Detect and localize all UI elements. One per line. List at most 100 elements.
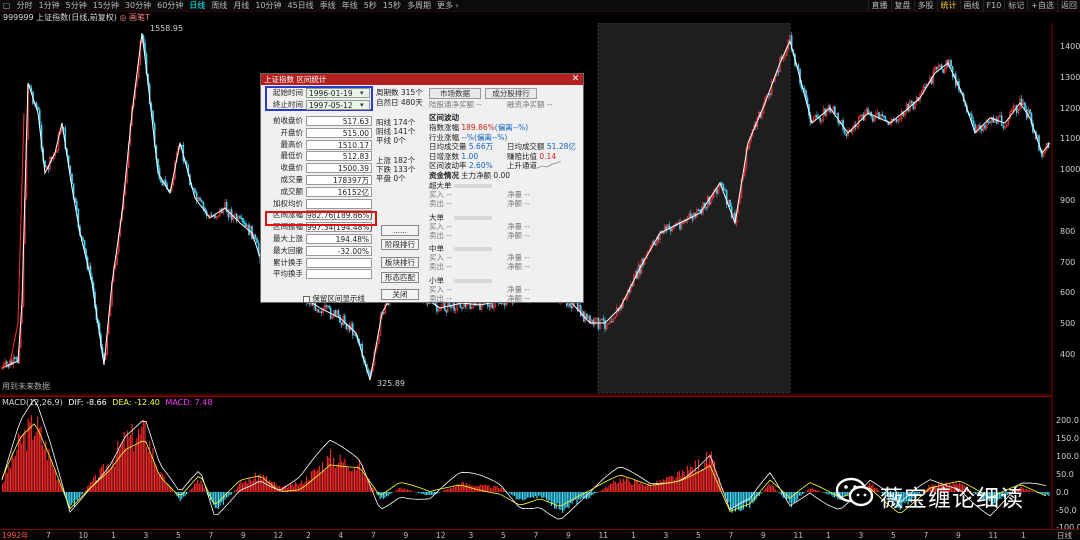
period-tab-12[interactable]: 季线 <box>317 0 339 12</box>
tool-button-3[interactable]: 统计 <box>936 0 960 12</box>
macd-histogram-bar <box>731 492 733 513</box>
period-tab-9[interactable]: 月线 <box>230 0 252 12</box>
range-info-row: 指数涨幅 189.86%(偏离--%) <box>429 123 528 133</box>
keep-range-checkbox[interactable] <box>303 295 310 303</box>
time-axis-first: 1992年 <box>2 531 29 540</box>
action-button-4[interactable]: 关闭 <box>381 289 419 300</box>
period-tab-16[interactable]: 多周期 <box>404 0 434 12</box>
action-button-1[interactable]: 阶段排行 <box>381 239 419 250</box>
fund-sell: 卖出 -- <box>429 199 452 208</box>
period-tab-15[interactable]: 15秒 <box>380 0 404 12</box>
macd-histogram-bar <box>582 492 584 499</box>
period-tab-17[interactable]: 更多 › <box>434 0 462 12</box>
macd-histogram-bar <box>131 424 133 492</box>
macd-histogram-bar <box>424 492 426 496</box>
period-tab-11[interactable]: 45日线 <box>285 0 317 12</box>
macd-histogram-bar <box>762 492 764 493</box>
candle-body <box>992 117 995 123</box>
period-tab-3[interactable]: 5分钟 <box>63 0 90 12</box>
tool-button-2[interactable]: 多股 <box>913 0 937 12</box>
period-tab-5[interactable]: 30分钟 <box>122 0 154 12</box>
macd-histogram-bar <box>462 482 464 492</box>
macd-histogram-bar <box>646 485 648 492</box>
candle-body <box>972 120 975 125</box>
tool-button-0[interactable]: 直播 <box>867 0 891 12</box>
period-tab-4[interactable]: 15分钟 <box>90 0 122 12</box>
macd-histogram-bar <box>219 492 221 506</box>
time-axis-tick: 7 <box>923 531 929 540</box>
period-tab-2[interactable]: 1分钟 <box>36 0 63 12</box>
macd-axis: 200.0 150.0 100.0 50.0 0.0 -50.0 -100.0 <box>1048 396 1080 532</box>
macd-histogram-bar <box>754 492 756 502</box>
macd-histogram-bar <box>296 483 298 492</box>
period-tab-10[interactable]: 10分钟 <box>252 0 284 12</box>
period-tab-1[interactable]: 分时 <box>14 0 36 12</box>
period-tab-7[interactable]: 日线 <box>186 0 208 12</box>
macd-histogram-bar <box>608 485 610 492</box>
action-button-2[interactable]: 板块排行 <box>381 257 419 268</box>
macd-histogram-bar <box>739 492 741 512</box>
macd-histogram-bar <box>202 484 204 492</box>
period-tab-14[interactable]: 5秒 <box>361 0 380 12</box>
macd-histogram-bar <box>242 483 244 492</box>
close-icon[interactable]: ✕ <box>570 74 581 85</box>
tool-button-4[interactable]: 画线 <box>959 0 983 12</box>
macd-histogram-bar <box>298 485 300 492</box>
time-axis-tick: 1 <box>1021 531 1026 540</box>
macd-histogram-bar <box>672 475 674 492</box>
period-count-item: 平线 0个 <box>376 136 406 145</box>
macd-histogram-bar <box>430 492 432 495</box>
tool-button-8[interactable]: 返回 <box>1057 0 1080 12</box>
macd-histogram-bar <box>645 485 647 492</box>
macd-histogram-bar <box>13 458 15 492</box>
end-dropdown-icon[interactable]: ▾ <box>360 100 364 110</box>
tool-button-7[interactable]: +自选 <box>1027 0 1057 12</box>
tool-button-5[interactable]: F10 <box>982 0 1005 12</box>
action-button-0[interactable]: ...... <box>381 225 419 236</box>
period-tab-0[interactable]: ▢ <box>0 0 14 12</box>
candle-body <box>242 218 244 223</box>
tab-component-ranking[interactable]: 成分股排行 <box>485 88 537 99</box>
macd-histogram-bar <box>258 475 260 492</box>
tool-button-1[interactable]: 复盘 <box>890 0 914 12</box>
macd-histogram-bar <box>5 471 7 492</box>
time-axis-tick: 9 <box>403 531 409 540</box>
action-button-3[interactable]: 形态匹配 <box>381 272 419 283</box>
macd-histogram-bar <box>642 484 644 492</box>
macd-histogram-bar <box>459 485 461 492</box>
macd-histogram-bar <box>307 480 309 492</box>
candle-body <box>161 182 164 186</box>
tool-button-6[interactable]: 标记 <box>1004 0 1027 12</box>
period-tab-6[interactable]: 60分钟 <box>154 0 186 12</box>
period-tab-13[interactable]: 年线 <box>339 0 361 12</box>
candle-body <box>602 318 605 321</box>
fund-amount: 净额 -- <box>507 293 530 303</box>
macd-histogram-bar <box>565 492 567 508</box>
main-net-amount: 主力净额 0.00 <box>461 171 511 180</box>
stat-label: 最低价 <box>280 151 304 161</box>
period-tab-8[interactable]: 周线 <box>208 0 230 12</box>
macd-histogram-bar <box>677 471 679 492</box>
tab-market-data[interactable]: 市场数据 <box>429 88 481 99</box>
dialog-title[interactable]: 上证指数 区间统计 <box>261 74 583 85</box>
macd-histogram-bar <box>400 487 402 492</box>
time-axis-tick: 11 <box>598 531 609 540</box>
pen-tool-label[interactable]: ◎ 画笔T <box>119 13 149 22</box>
candle-body <box>984 124 986 129</box>
candle-body <box>816 114 818 118</box>
macd-histogram-bar <box>549 492 551 501</box>
time-axis-tick: 7 <box>46 531 51 540</box>
candle-body <box>499 302 501 305</box>
keep-range-line-option[interactable]: 保留区间显示线 <box>303 294 365 304</box>
macd-histogram-bar <box>616 483 618 492</box>
candle-body <box>325 305 327 307</box>
macd-histogram-bar <box>114 466 116 492</box>
macd-histogram-bar <box>166 484 168 492</box>
macd-histogram-bar <box>414 491 416 493</box>
macd-histogram-bar <box>634 479 636 492</box>
macd-histogram-bar <box>42 444 44 492</box>
start-dropdown-icon[interactable]: ▾ <box>360 88 364 98</box>
macd-histogram-bar <box>570 492 572 504</box>
start-time-label: 起始时间 <box>273 88 303 97</box>
macd-histogram-bar <box>696 470 698 492</box>
